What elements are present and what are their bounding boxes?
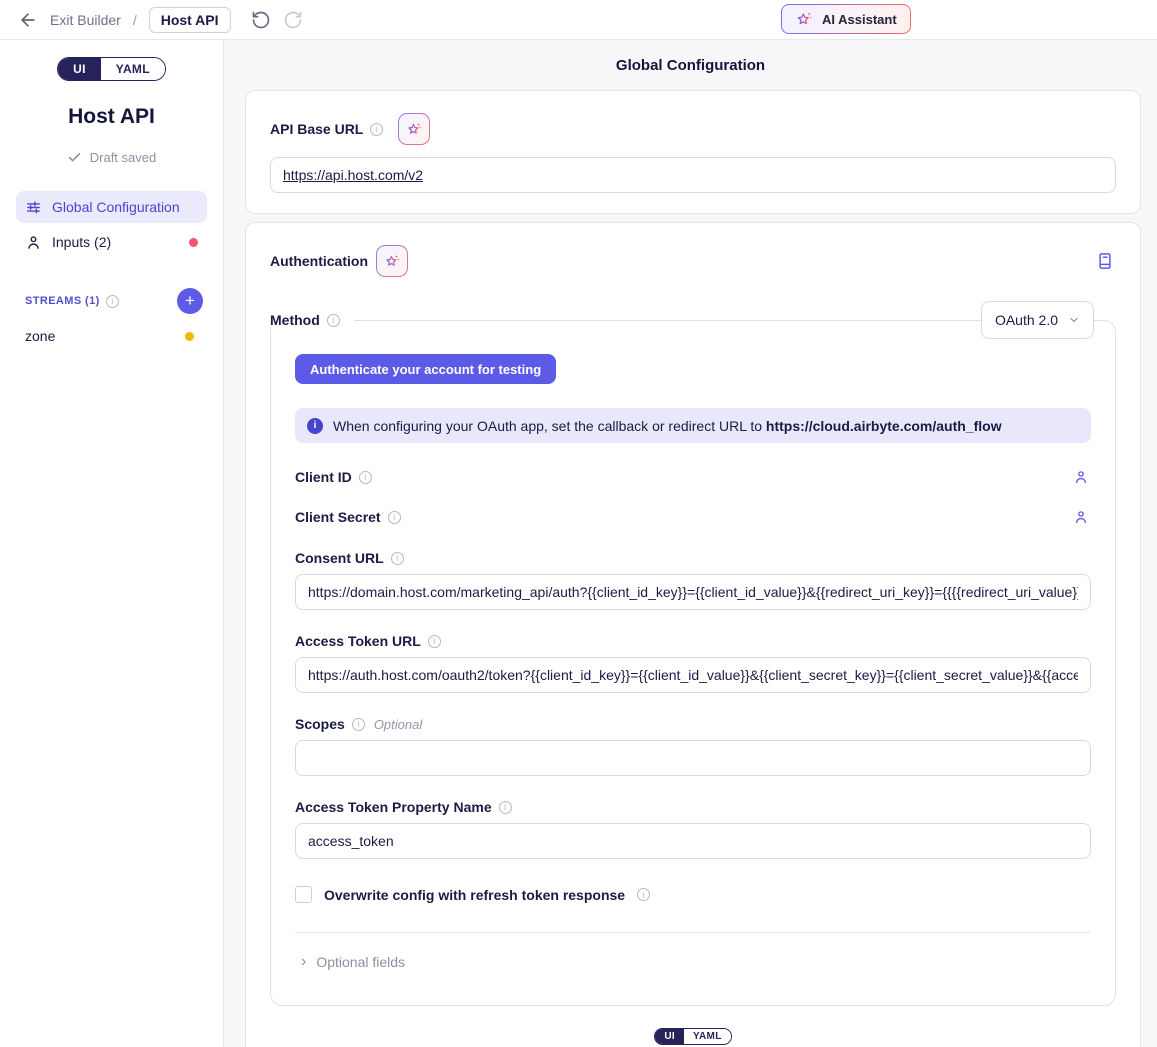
ai-assist-chip-button[interactable]: [398, 113, 430, 145]
book-icon: [1096, 252, 1114, 270]
scopes-info-icon: i: [352, 718, 365, 731]
client-id-secret-button[interactable]: [1071, 467, 1091, 487]
client-id-row: Client ID i: [295, 467, 1091, 487]
sidebar-item-label: Inputs (2): [52, 234, 111, 250]
arrow-left-icon: [18, 10, 38, 30]
add-stream-button[interactable]: +: [177, 288, 203, 314]
connector-title: Host API: [0, 105, 223, 129]
ai-assist-chip-button[interactable]: [376, 245, 408, 277]
docs-button[interactable]: [1094, 250, 1116, 272]
check-icon: [67, 150, 82, 165]
token-property-field: Access Token Property Name i: [295, 799, 1091, 859]
connector-name-field[interactable]: Host API: [149, 7, 231, 33]
client-secret-info-icon: i: [388, 511, 401, 524]
method-info-icon: i: [327, 314, 340, 327]
client-id-label: Client ID: [295, 469, 352, 485]
oauth-callout: i When configuring your OAuth app, set t…: [295, 408, 1091, 443]
sidebar-item-label: Global Configuration: [52, 199, 180, 215]
method-label: Method: [270, 312, 320, 328]
topbar: Exit Builder / Host API AI Assistant: [0, 0, 1157, 40]
sliders-icon: [25, 199, 42, 216]
stream-label: zone: [25, 328, 55, 344]
sidebar-stream-zone[interactable]: zone: [0, 323, 223, 349]
undo-icon: [251, 10, 271, 30]
back-button[interactable]: [16, 8, 40, 32]
sidebar-view-toggle: UI YAML: [57, 57, 166, 81]
sidebar-item-inputs[interactable]: Inputs (2): [16, 226, 207, 258]
consent-url-label: Consent URL: [295, 550, 384, 566]
token-property-info-icon: i: [499, 801, 512, 814]
client-secret-secret-button[interactable]: [1071, 507, 1091, 527]
client-secret-row: Client Secret i: [295, 507, 1091, 527]
authentication-label: Authentication: [270, 253, 368, 269]
info-circle-icon: i: [307, 418, 323, 434]
client-secret-label: Client Secret: [295, 509, 381, 525]
optional-fields-toggle[interactable]: › Optional fields: [295, 933, 1091, 985]
user-icon: [1073, 469, 1089, 485]
ai-assistant-button[interactable]: AI Assistant: [781, 4, 911, 34]
overwrite-config-info-icon: i: [637, 888, 650, 901]
sidebar: UI YAML Host API Draft saved Global Conf…: [0, 40, 224, 1047]
consent-url-input[interactable]: [295, 574, 1091, 610]
scopes-field: Scopes i Optional: [295, 716, 1091, 776]
user-icon: [1073, 509, 1089, 525]
access-token-url-info-icon: i: [428, 635, 441, 648]
callout-url: https://cloud.airbyte.com/auth_flow: [766, 418, 1002, 434]
method-select-value: OAuth 2.0: [995, 312, 1058, 328]
save-status-label: Draft saved: [90, 150, 156, 165]
scopes-label: Scopes: [295, 716, 345, 732]
sidebar-nav: Global Configuration Inputs (2): [0, 191, 223, 258]
page-title: Global Configuration: [224, 40, 1157, 90]
callout-text: When configuring your OAuth app, set the…: [333, 418, 1002, 434]
scopes-input[interactable]: [295, 740, 1091, 776]
error-status-dot: [189, 238, 198, 247]
toggle-yaml[interactable]: YAML: [101, 58, 165, 80]
chevron-right-icon: ›: [301, 954, 306, 970]
sidebar-item-global-configuration[interactable]: Global Configuration: [16, 191, 207, 223]
undo-button[interactable]: [249, 8, 273, 32]
user-icon: [25, 234, 42, 251]
method-select[interactable]: OAuth 2.0: [981, 301, 1094, 339]
toggle-yaml[interactable]: YAML: [684, 1029, 731, 1044]
exit-builder-link[interactable]: Exit Builder: [50, 12, 121, 28]
breadcrumb-separator: /: [133, 12, 137, 28]
ai-assistant-label: AI Assistant: [822, 12, 897, 27]
toggle-ui[interactable]: UI: [58, 58, 101, 80]
access-token-url-label: Access Token URL: [295, 633, 421, 649]
api-base-url-label: API Base URL: [270, 121, 363, 137]
api-base-url-card: API Base URL i: [245, 90, 1141, 214]
toggle-ui[interactable]: UI: [655, 1029, 684, 1044]
sparkle-star-icon: [384, 253, 401, 270]
token-property-input[interactable]: [295, 823, 1091, 859]
warning-status-dot: [185, 332, 194, 341]
main-content: API Base URL i Authentication: [224, 90, 1157, 1047]
card-view-toggle: UI YAML: [654, 1028, 731, 1045]
streams-header-row: STREAMS (1) i +: [0, 288, 223, 314]
chevron-down-icon: [1068, 314, 1080, 326]
save-status: Draft saved: [0, 150, 223, 165]
redo-icon: [283, 10, 303, 30]
overwrite-config-checkbox[interactable]: [295, 886, 312, 903]
redo-button[interactable]: [281, 8, 305, 32]
client-id-info-icon: i: [359, 471, 372, 484]
streams-info-icon: i: [106, 295, 119, 308]
sparkle-star-icon: [795, 10, 814, 29]
access-token-url-field: Access Token URL i: [295, 633, 1091, 693]
api-base-url-info-icon: i: [370, 123, 383, 136]
overwrite-config-row: Overwrite config with refresh token resp…: [295, 886, 1091, 903]
authenticate-button[interactable]: Authenticate your account for testing: [295, 354, 556, 384]
main-panel: Global Configuration API Base URL i: [224, 40, 1157, 1047]
token-property-label: Access Token Property Name: [295, 799, 492, 815]
optional-fields-label: Optional fields: [316, 954, 405, 970]
api-base-url-input[interactable]: [270, 157, 1116, 193]
optional-tag: Optional: [374, 717, 422, 732]
oauth-group: Authenticate your account for testing i …: [270, 320, 1116, 1006]
overwrite-config-label: Overwrite config with refresh token resp…: [324, 887, 625, 903]
consent-url-field: Consent URL i: [295, 550, 1091, 610]
consent-url-info-icon: i: [391, 552, 404, 565]
streams-header-label: STREAMS (1): [25, 295, 100, 307]
access-token-url-input[interactable]: [295, 657, 1091, 693]
authentication-card: Authentication: [245, 222, 1141, 1047]
sparkle-star-icon: [406, 121, 423, 138]
